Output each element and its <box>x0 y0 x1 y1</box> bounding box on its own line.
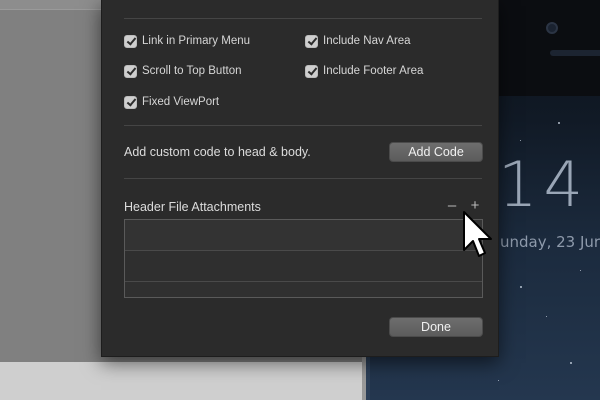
phone-speaker <box>550 50 600 56</box>
option-fixed-viewport[interactable]: Fixed ViewPort <box>124 94 219 110</box>
option-label: Include Footer Area <box>323 65 424 77</box>
add-code-button[interactable]: Add Code <box>389 142 483 162</box>
option-scroll-to-top-button[interactable]: Scroll to Top Button <box>124 63 242 79</box>
phone-lockscreen-date: unday, 23 Jur <box>500 233 600 251</box>
option-include-footer-area[interactable]: Include Footer Area <box>305 63 423 79</box>
option-link-in-primary-menu[interactable]: Link in Primary Menu <box>124 33 250 49</box>
checkbox-checked-icon[interactable] <box>305 34 318 48</box>
phone-camera-icon <box>546 22 558 34</box>
done-button[interactable]: Done <box>389 317 483 337</box>
option-label: Link in Primary Menu <box>142 35 251 47</box>
checkbox-checked-icon[interactable] <box>124 95 137 109</box>
custom-code-divider <box>124 178 482 179</box>
mouse-pointer-icon <box>463 211 492 257</box>
top-divider <box>124 18 482 19</box>
list-item[interactable] <box>125 251 482 282</box>
header-attachments-label: Header File Attachments <box>124 200 261 214</box>
checkbox-checked-icon[interactable] <box>124 64 137 78</box>
background-panel <box>0 362 372 400</box>
options-divider <box>124 125 482 126</box>
attachments-list[interactable] <box>124 219 483 298</box>
option-label: Include Nav Area <box>323 35 411 47</box>
list-item[interactable] <box>125 220 482 251</box>
option-label: Fixed ViewPort <box>142 96 220 108</box>
phone-lockscreen-clock: 14 <box>498 148 589 221</box>
option-label: Scroll to Top Button <box>142 65 242 77</box>
option-include-nav-area[interactable]: Include Nav Area <box>305 33 411 49</box>
custom-code-label: Add custom code to head & body. <box>124 145 311 159</box>
checkbox-checked-icon[interactable] <box>124 34 137 48</box>
remove-attachment-icon[interactable]: – <box>444 197 460 215</box>
list-filler <box>125 282 482 297</box>
checkbox-checked-icon[interactable] <box>305 64 318 78</box>
settings-sheet: Link in Primary Menu Include Nav Area Sc… <box>101 0 499 357</box>
